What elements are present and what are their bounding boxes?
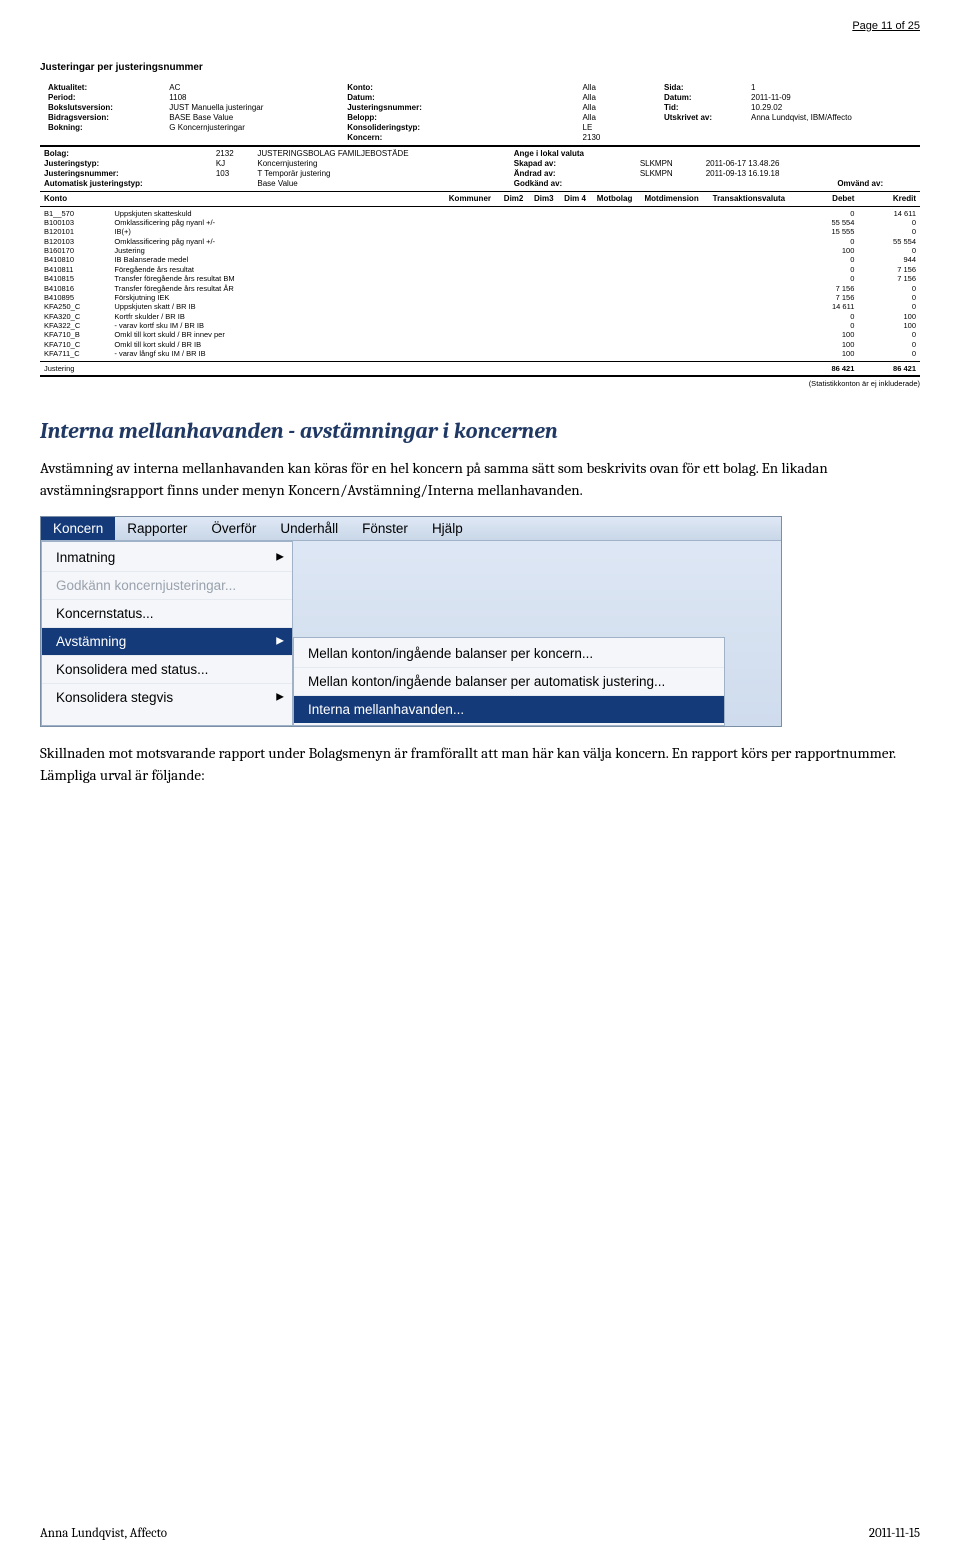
report-title: Justeringar per justeringsnummer bbox=[40, 62, 920, 75]
table-row: KFA710_COmkl till kort skuld / BR IB1000 bbox=[40, 340, 920, 349]
table-row: KFA322_C- varav kortf sku IM / BR IB0100 bbox=[40, 321, 920, 330]
table-row: B410816Transfer föregående års resultat … bbox=[40, 284, 920, 293]
report-footnote: (Statistikkonton är ej inkluderade) bbox=[40, 379, 920, 388]
chevron-right-icon: ▶ bbox=[276, 552, 284, 563]
body-paragraph-1: Avstämning av interna mellanhavanden kan… bbox=[40, 458, 920, 502]
menu-item[interactable]: Konsolidera stegvis▶ bbox=[42, 683, 292, 711]
submenu-item[interactable]: Interna mellanhavanden... bbox=[294, 695, 724, 723]
table-row: B410811Föregående års resultat07 156 bbox=[40, 265, 920, 274]
table-row: B120101IB(+)15 5550 bbox=[40, 227, 920, 236]
submenu-item[interactable]: Mellan konton/ingående balanser per auto… bbox=[294, 667, 724, 695]
table-row: KFA710_BOmkl till kort skuld / BR innev … bbox=[40, 330, 920, 339]
menu-item[interactable]: Koncernstatus... bbox=[42, 599, 292, 627]
footer-author: Anna Lundqvist, Affecto bbox=[40, 1526, 167, 1541]
footer-date: 2011-11-15 bbox=[869, 1526, 920, 1541]
section-heading: Interna mellanhavanden - avstämningar i … bbox=[40, 418, 920, 444]
table-row: B410815Transfer föregående års resultat … bbox=[40, 274, 920, 283]
table-row: B410895Förskjutning IEK7 1560 bbox=[40, 293, 920, 302]
menu-fönster[interactable]: Fönster bbox=[350, 517, 420, 540]
menu-koncern[interactable]: Koncern bbox=[41, 517, 115, 540]
report-screenshot: Justeringar per justeringsnummer Aktuali… bbox=[40, 62, 920, 388]
table-row: B1__570Uppskjuten skatteskuld014 611 bbox=[40, 209, 920, 218]
menu-item[interactable]: Konsolidera med status... bbox=[42, 655, 292, 683]
menu-item[interactable]: Inmatning▶ bbox=[42, 544, 292, 571]
menu-rapporter[interactable]: Rapporter bbox=[115, 517, 199, 540]
body-paragraph-2: Skillnaden mot motsvarande rapport under… bbox=[40, 743, 920, 787]
table-row: B100103Omklassificering påg nyanl +/-55 … bbox=[40, 218, 920, 227]
submenu-item[interactable]: Mellan konton/ingående balanser per konc… bbox=[294, 640, 724, 667]
menu-item: Godkänn koncernjusteringar... bbox=[42, 571, 292, 599]
chevron-right-icon: ▶ bbox=[276, 636, 284, 647]
table-row: B410810IB Balanserade medel0944 bbox=[40, 255, 920, 264]
table-row: B160170Justering1000 bbox=[40, 246, 920, 255]
table-row: KFA320_CKortfr skulder / BR IB0100 bbox=[40, 312, 920, 321]
menu-screenshot: KoncernRapporterÖverförUnderhållFönsterH… bbox=[40, 516, 782, 727]
table-row: KFA250_CUppskjuten skatt / BR IB14 6110 bbox=[40, 302, 920, 311]
menu-överför[interactable]: Överför bbox=[199, 517, 268, 540]
table-row: B120103Omklassificering påg nyanl +/-055… bbox=[40, 237, 920, 246]
table-row: KFA711_C- varav långf sku IM / BR IB1000 bbox=[40, 349, 920, 358]
menu-underhåll[interactable]: Underhåll bbox=[268, 517, 350, 540]
page-number: Page 11 of 25 bbox=[40, 20, 920, 32]
menu-hjälp[interactable]: Hjälp bbox=[420, 517, 475, 540]
chevron-right-icon: ▶ bbox=[276, 692, 284, 703]
menu-item[interactable]: Avstämning▶ bbox=[42, 627, 292, 655]
